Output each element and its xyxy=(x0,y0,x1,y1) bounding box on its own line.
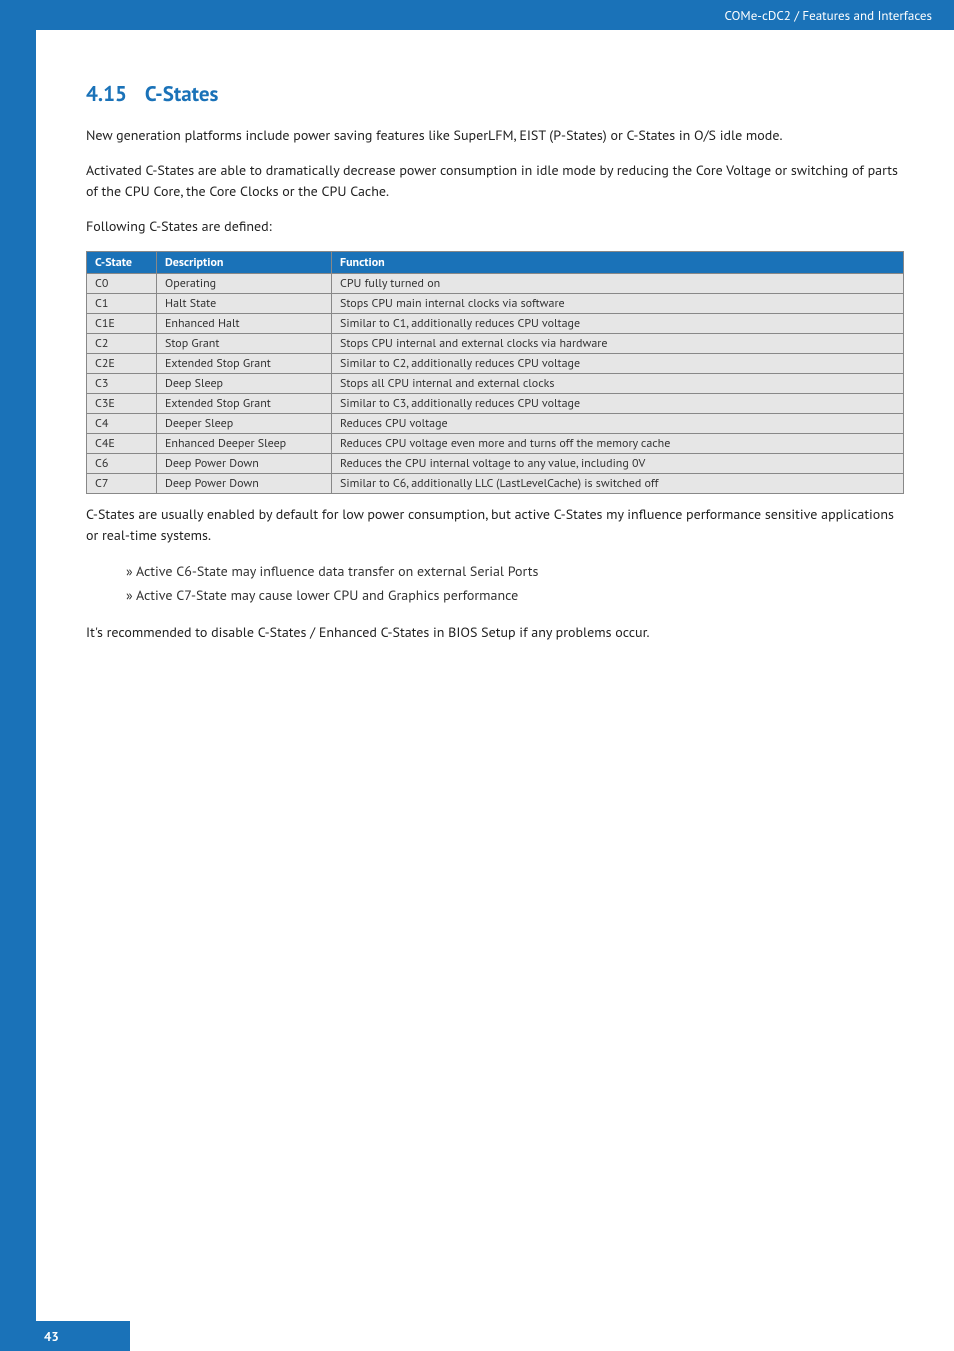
cell-func: Similar to C3, additionally reduces CPU … xyxy=(332,394,904,414)
cell-cstate: C3 xyxy=(87,374,157,394)
side-bar xyxy=(0,30,36,1351)
cell-cstate: C2 xyxy=(87,334,157,354)
table-row: C0OperatingCPU fully turned on xyxy=(87,274,904,294)
table-row: C1EEnhanced HaltSimilar to C1, additiona… xyxy=(87,314,904,334)
intro-para-2: Activated C-States are able to dramatica… xyxy=(86,160,904,202)
table-header-row: C-State Description Function xyxy=(87,252,904,274)
col-function: Function xyxy=(332,252,904,274)
cell-func: Similar to C2, additionally reduces CPU … xyxy=(332,354,904,374)
cell-cstate: C1E xyxy=(87,314,157,334)
section-number: 4.15 xyxy=(86,80,127,107)
cell-func: Reduces the CPU internal voltage to any … xyxy=(332,454,904,474)
cell-desc: Deeper Sleep xyxy=(157,414,332,434)
cell-desc: Enhanced Deeper Sleep xyxy=(157,434,332,454)
cell-cstate: C7 xyxy=(87,474,157,494)
c-states-table: C-State Description Function C0Operating… xyxy=(86,251,904,494)
cell-desc: Deep Sleep xyxy=(157,374,332,394)
cell-func: CPU fully turned on xyxy=(332,274,904,294)
cell-desc: Extended Stop Grant xyxy=(157,394,332,414)
cell-cstate: C4E xyxy=(87,434,157,454)
cell-desc: Deep Power Down xyxy=(157,474,332,494)
section-title: C-States xyxy=(145,80,218,107)
cell-func: Stops CPU internal and external clocks v… xyxy=(332,334,904,354)
cell-func: Stops CPU main internal clocks via softw… xyxy=(332,294,904,314)
page-content: 4.15 C-States New generation platforms in… xyxy=(36,30,954,1351)
cell-cstate: C3E xyxy=(87,394,157,414)
cell-desc: Enhanced Halt xyxy=(157,314,332,334)
cell-desc: Halt State xyxy=(157,294,332,314)
table-row: C2Stop GrantStops CPU internal and exter… xyxy=(87,334,904,354)
closing-para: It's recommended to disable C-States / E… xyxy=(86,622,904,643)
cell-cstate: C6 xyxy=(87,454,157,474)
footer: 43 xyxy=(0,1321,954,1351)
cell-desc: Extended Stop Grant xyxy=(157,354,332,374)
table-row: C3Deep SleepStops all CPU internal and e… xyxy=(87,374,904,394)
list-item: Active C6-State may influence data trans… xyxy=(126,560,904,584)
intro-para-1: New generation platforms include power s… xyxy=(86,125,904,146)
table-row: C2EExtended Stop GrantSimilar to C2, add… xyxy=(87,354,904,374)
table-row: C1Halt StateStops CPU main internal cloc… xyxy=(87,294,904,314)
cell-func: Reduces CPU voltage even more and turns … xyxy=(332,434,904,454)
cell-desc: Deep Power Down xyxy=(157,454,332,474)
cell-desc: Stop Grant xyxy=(157,334,332,354)
cell-cstate: C1 xyxy=(87,294,157,314)
cell-cstate: C2E xyxy=(87,354,157,374)
list-item: Active C7-State may cause lower CPU and … xyxy=(126,584,904,608)
cell-cstate: C4 xyxy=(87,414,157,434)
cell-func: Stops all CPU internal and external cloc… xyxy=(332,374,904,394)
section-heading: 4.15 C-States xyxy=(86,80,904,107)
breadcrumb: COMe-cDC2 / Features and Interfaces xyxy=(724,7,932,24)
table-row: C4EEnhanced Deeper SleepReduces CPU volt… xyxy=(87,434,904,454)
table-row: C7Deep Power DownSimilar to C6, addition… xyxy=(87,474,904,494)
table-row: C6Deep Power DownReduces the CPU interna… xyxy=(87,454,904,474)
col-description: Description xyxy=(157,252,332,274)
intro-para-3: Following C-States are defined: xyxy=(86,216,904,237)
after-table-para: C-States are usually enabled by default … xyxy=(86,504,904,546)
table-row: C3EExtended Stop GrantSimilar to C3, add… xyxy=(87,394,904,414)
cell-desc: Operating xyxy=(157,274,332,294)
cell-func: Reduces CPU voltage xyxy=(332,414,904,434)
bullet-list: Active C6-State may influence data trans… xyxy=(126,560,904,608)
cell-func: Similar to C1, additionally reduces CPU … xyxy=(332,314,904,334)
header-bar: COMe-cDC2 / Features and Interfaces xyxy=(0,0,954,30)
table-row: C4Deeper SleepReduces CPU voltage xyxy=(87,414,904,434)
cell-cstate: C0 xyxy=(87,274,157,294)
cell-func: Similar to C6, additionally LLC (LastLev… xyxy=(332,474,904,494)
page-number: 43 xyxy=(0,1321,130,1351)
col-cstate: C-State xyxy=(87,252,157,274)
